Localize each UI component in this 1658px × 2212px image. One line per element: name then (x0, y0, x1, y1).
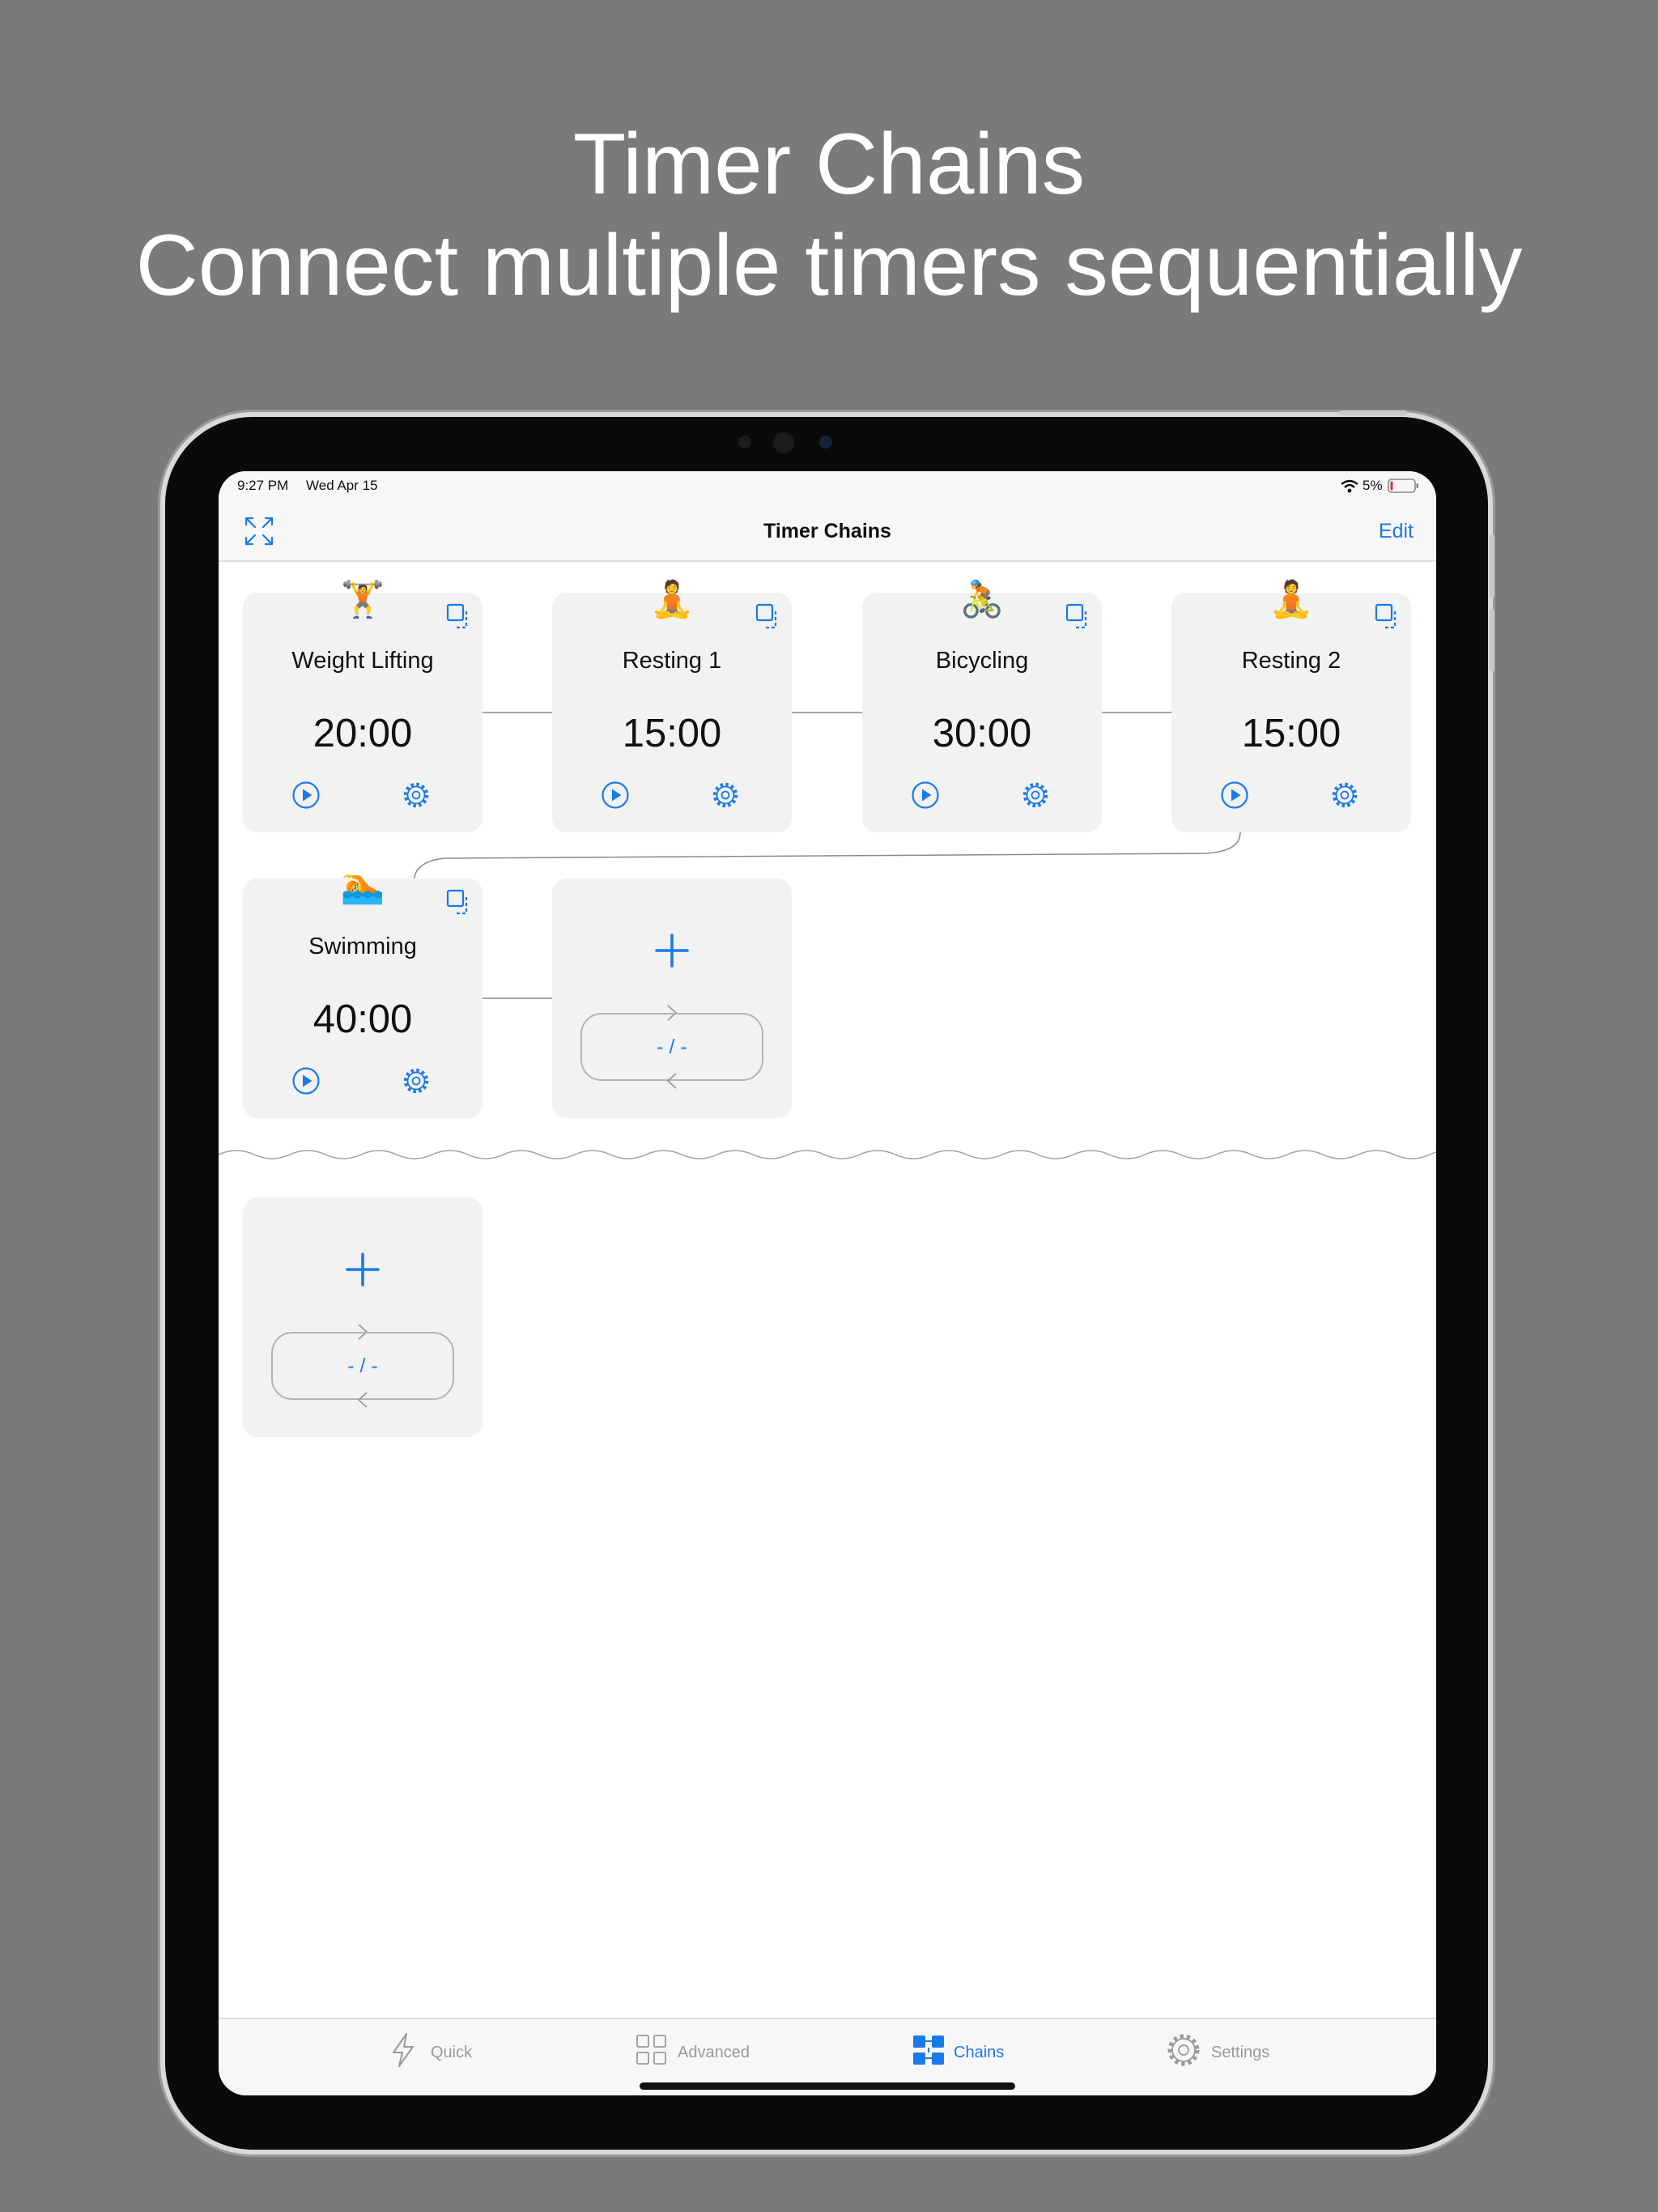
timer-duration: 40:00 (312, 998, 413, 1041)
duplicate-icon[interactable] (755, 602, 782, 630)
home-indicator (640, 2082, 1015, 2090)
play-icon[interactable] (291, 1066, 321, 1095)
duplicate-icon[interactable] (445, 602, 473, 630)
tab-label: Quick (431, 2044, 473, 2061)
tab-advanced[interactable]: Advanced (636, 2032, 781, 2071)
camera-flash (819, 436, 832, 449)
tab-settings[interactable]: Settings (1166, 2032, 1312, 2071)
duplicate-icon[interactable] (1374, 602, 1401, 630)
chevron-left-icon (666, 1073, 677, 1089)
timer-card[interactable]: 🚴 Bicycling 30:00 (862, 580, 1102, 832)
duplicate-icon[interactable] (1065, 602, 1092, 630)
top-button (1339, 410, 1407, 415)
gear-icon[interactable] (402, 1066, 431, 1095)
duplicate-icon[interactable] (445, 888, 473, 916)
timer-name: Swimming (308, 934, 417, 959)
tab-label: Advanced (678, 2044, 750, 2061)
timer-name: Weight Lifting (291, 648, 434, 674)
timer-name: Bicycling (935, 648, 1029, 674)
app-screen: 9:27 PM Wed Apr 15 5% Timer Chains Edit (219, 471, 1436, 2095)
chain-icon (913, 2035, 944, 2065)
play-icon[interactable] (291, 781, 321, 810)
timer-duration: 15:00 (1241, 712, 1341, 755)
tab-label: Settings (1211, 2044, 1270, 2061)
timer-card[interactable]: 🏋️ Weight Lifting 20:00 (243, 580, 483, 832)
volume-up-button (1490, 534, 1494, 598)
play-icon[interactable] (601, 781, 630, 810)
repeat-counter[interactable]: - / - (580, 1013, 763, 1081)
new-chain-card[interactable]: - / - (243, 1197, 483, 1437)
camera-sensor (738, 436, 751, 449)
chevron-left-icon (357, 1392, 368, 1408)
headline-subtitle: Connect multiple timers sequentially (135, 216, 1523, 313)
timer-duration: 15:00 (622, 712, 722, 755)
add-timer-card[interactable]: - / - (552, 878, 792, 1118)
timer-card[interactable]: 🧘 Resting 2 15:00 (1171, 580, 1411, 832)
timer-card[interactable]: 🧘 Resting 1 15:00 (552, 580, 792, 832)
plus-icon[interactable] (652, 930, 692, 971)
tab-label: Chains (954, 2044, 1005, 2061)
headline-title: Timer Chains (572, 115, 1086, 212)
timer-name: Resting 1 (622, 648, 722, 674)
timer-card[interactable]: 🏊 Swimming 40:00 (243, 866, 483, 1118)
gear-icon[interactable] (402, 781, 431, 810)
play-icon[interactable] (911, 781, 940, 810)
timer-duration: 20:00 (312, 712, 413, 755)
tab-chains[interactable]: Chains (912, 2032, 1041, 2071)
gear-icon[interactable] (1021, 781, 1050, 810)
tab-quick[interactable]: Quick (389, 2032, 518, 2071)
gear-icon (1167, 2034, 1200, 2066)
volume-down-button (1490, 609, 1494, 672)
gear-icon[interactable] (711, 781, 740, 810)
camera-lens (773, 432, 794, 453)
timer-name: Resting 2 (1241, 648, 1341, 674)
tab-bar: Quick Advanced Chains Settings (219, 2018, 1436, 2095)
play-icon[interactable] (1220, 781, 1249, 810)
grid-icon (636, 2035, 666, 2065)
bolt-icon (393, 2033, 414, 2067)
plus-icon[interactable] (342, 1249, 383, 1290)
timer-duration: 30:00 (932, 712, 1032, 755)
repeat-counter[interactable]: - / - (271, 1332, 454, 1400)
gear-icon[interactable] (1330, 781, 1359, 810)
